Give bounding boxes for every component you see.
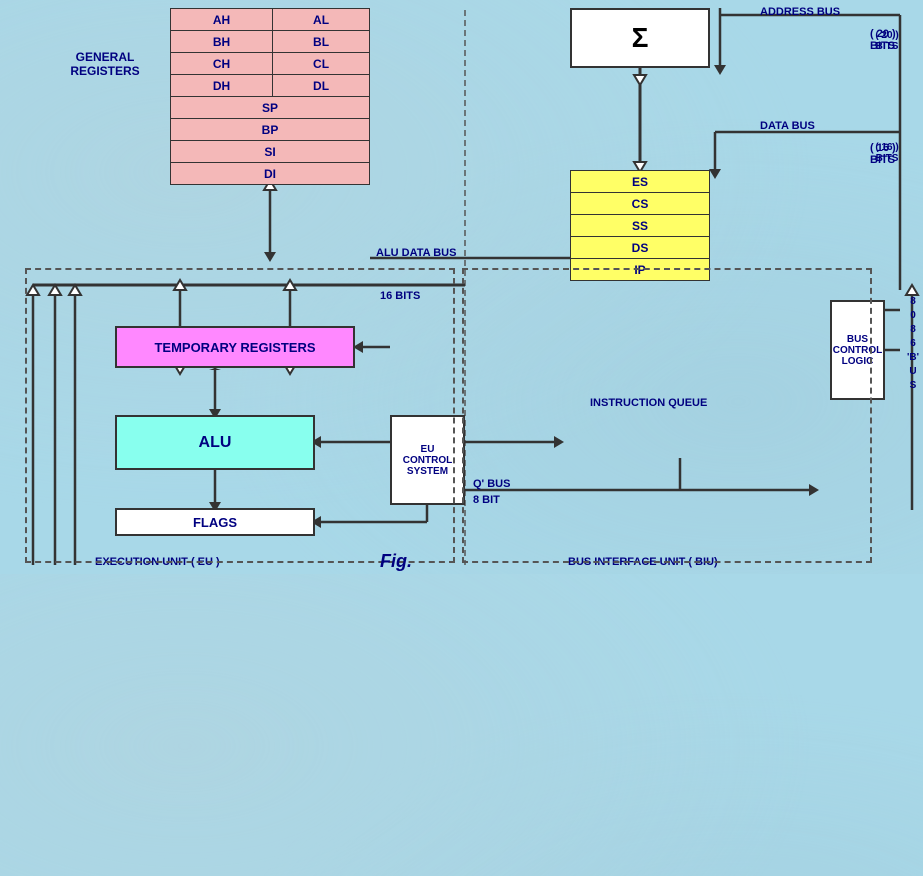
reg-bp: BP: [171, 119, 370, 141]
diagram-container: AH AL BH BL CH CL DH DL SP BP SI DI GENE…: [0, 0, 923, 574]
reg-di: DI: [171, 163, 370, 185]
reg-dl: DL: [273, 75, 370, 97]
general-registers-label: GENERAL REGISTERS: [60, 50, 150, 78]
eu-boundary: [25, 268, 455, 563]
reg-ds: DS: [571, 237, 710, 259]
reg-ah: AH: [171, 9, 273, 31]
figure-label: Fig.: [380, 551, 412, 572]
alu-data-bus-label: ALU DATA BUS: [376, 247, 456, 259]
data-bits-detail: ( 16 )BITS: [862, 142, 912, 164]
reg-al: AL: [273, 9, 370, 31]
reg-cl: CL: [273, 53, 370, 75]
reg-ss: SS: [571, 215, 710, 237]
reg-dh: DH: [171, 75, 273, 97]
segment-registers: ES CS SS DS IP: [570, 170, 710, 281]
address-bus-label: ADDRESS BUS: [760, 6, 840, 18]
biu-boundary: [462, 268, 872, 563]
bus-8086-label: 8086'B'US: [907, 295, 919, 393]
reg-es: ES: [571, 171, 710, 193]
reg-bh: BH: [171, 31, 273, 53]
reg-bl: BL: [273, 31, 370, 53]
reg-sp: SP: [171, 97, 370, 119]
reg-cs: CS: [571, 193, 710, 215]
general-registers: AH AL BH BL CH CL DH DL SP BP SI DI: [170, 8, 370, 185]
reg-si: SI: [171, 141, 370, 163]
data-bus-label: DATA BUS: [760, 120, 815, 132]
address-bits-detail: ( 20 )BITS: [862, 30, 912, 52]
sigma-box: Σ: [570, 8, 710, 68]
reg-ch: CH: [171, 53, 273, 75]
